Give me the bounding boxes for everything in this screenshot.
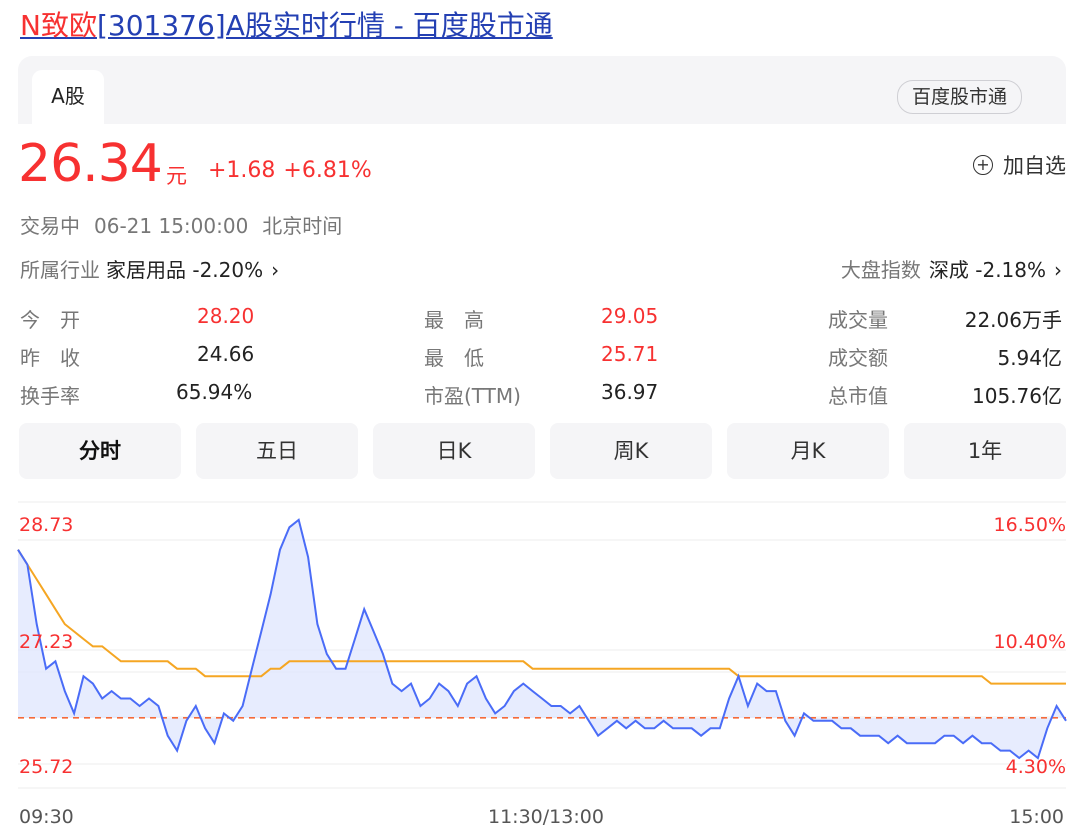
plus-circle-icon: +: [973, 155, 993, 175]
trade-timezone: 北京时间: [262, 214, 343, 238]
add-watchlist-label: 加自选: [1003, 154, 1066, 178]
price-unit: 元: [166, 164, 187, 188]
market-index-link[interactable]: 大盘指数 深成 -2.18% ›: [841, 254, 1062, 283]
intraday-chart[interactable]: [0, 490, 1080, 800]
turnover-label: 换手率: [20, 384, 80, 408]
industry-label: 所属行业: [20, 258, 100, 282]
high-label: 最 高: [424, 308, 484, 332]
industry-link[interactable]: 所属行业 家居用品 -2.20% ›: [20, 254, 279, 283]
y-right-tick-mid: 10.40%: [993, 631, 1066, 653]
x-tick-midday: 11:30/13:00: [488, 806, 604, 828]
current-price: 26.34: [18, 134, 163, 194]
tab-monthly-k[interactable]: 月K: [727, 423, 889, 479]
prev-close-label: 昨 收: [20, 346, 80, 370]
title-rest: [301376]A股实时行情 - 百度股市通: [96, 9, 553, 42]
high-value: 29.05: [601, 304, 659, 328]
y-right-tick-bottom: 4.30%: [1005, 756, 1066, 778]
x-tick-open: 09:30: [19, 806, 74, 828]
tab-a-share[interactable]: A股: [32, 70, 104, 124]
volume-label: 成交量: [828, 308, 888, 332]
price-area-fill: [18, 519, 1066, 758]
y-left-tick-top: 28.73: [19, 514, 74, 536]
y-right-tick-top: 16.50%: [993, 514, 1066, 536]
stock-name-highlight: N致欧: [20, 9, 97, 42]
trade-datetime: 06-21 15:00:00: [94, 214, 249, 238]
turnover-value: 65.94%: [176, 380, 253, 404]
amount-label: 成交额: [828, 346, 888, 370]
open-value: 28.20: [197, 304, 255, 328]
trade-state: 交易中: [20, 214, 80, 238]
volume-value: 22.06万手: [964, 308, 1062, 332]
price-change: +1.68 +6.81%: [208, 158, 372, 183]
y-left-tick-bottom: 25.72: [19, 756, 74, 778]
tab-five-day[interactable]: 五日: [196, 423, 358, 479]
index-value: 深成 -2.18%: [928, 258, 1046, 282]
y-left-tick-mid: 27.23: [19, 631, 74, 653]
tab-one-year[interactable]: 1年: [904, 423, 1066, 479]
chevron-right-icon: ›: [271, 258, 280, 282]
mktcap-label: 总市值: [828, 384, 888, 408]
source-button[interactable]: 百度股市通: [897, 80, 1023, 114]
low-value: 25.71: [601, 342, 659, 366]
change-value: +1.68: [208, 158, 276, 183]
x-tick-close: 15:00: [1009, 806, 1064, 828]
tab-weekly-k[interactable]: 周K: [550, 423, 712, 479]
trading-status: 交易中 06-21 15:00:00 北京时间: [20, 210, 356, 239]
pe-value: 36.97: [601, 380, 659, 404]
chevron-right-icon: ›: [1054, 258, 1062, 282]
tab-intraday[interactable]: 分时: [19, 423, 181, 479]
change-percent: +6.81%: [283, 158, 372, 183]
tab-daily-k[interactable]: 日K: [373, 423, 535, 479]
low-label: 最 低: [424, 346, 484, 370]
avg-price-line: [17, 549, 1066, 685]
mktcap-value: 105.76亿: [972, 384, 1062, 408]
pe-label: 市盈(TTM): [424, 384, 521, 408]
add-watchlist-button[interactable]: + 加自选: [973, 150, 1066, 180]
index-label: 大盘指数: [840, 258, 921, 282]
prev-close-value: 24.66: [197, 342, 255, 366]
industry-value: 家居用品 -2.20%: [106, 258, 264, 282]
amount-value: 5.94亿: [997, 346, 1062, 370]
page-title-link[interactable]: N致欧[301376]A股实时行情 - 百度股市通: [20, 6, 553, 46]
open-label: 今 开: [20, 308, 80, 332]
